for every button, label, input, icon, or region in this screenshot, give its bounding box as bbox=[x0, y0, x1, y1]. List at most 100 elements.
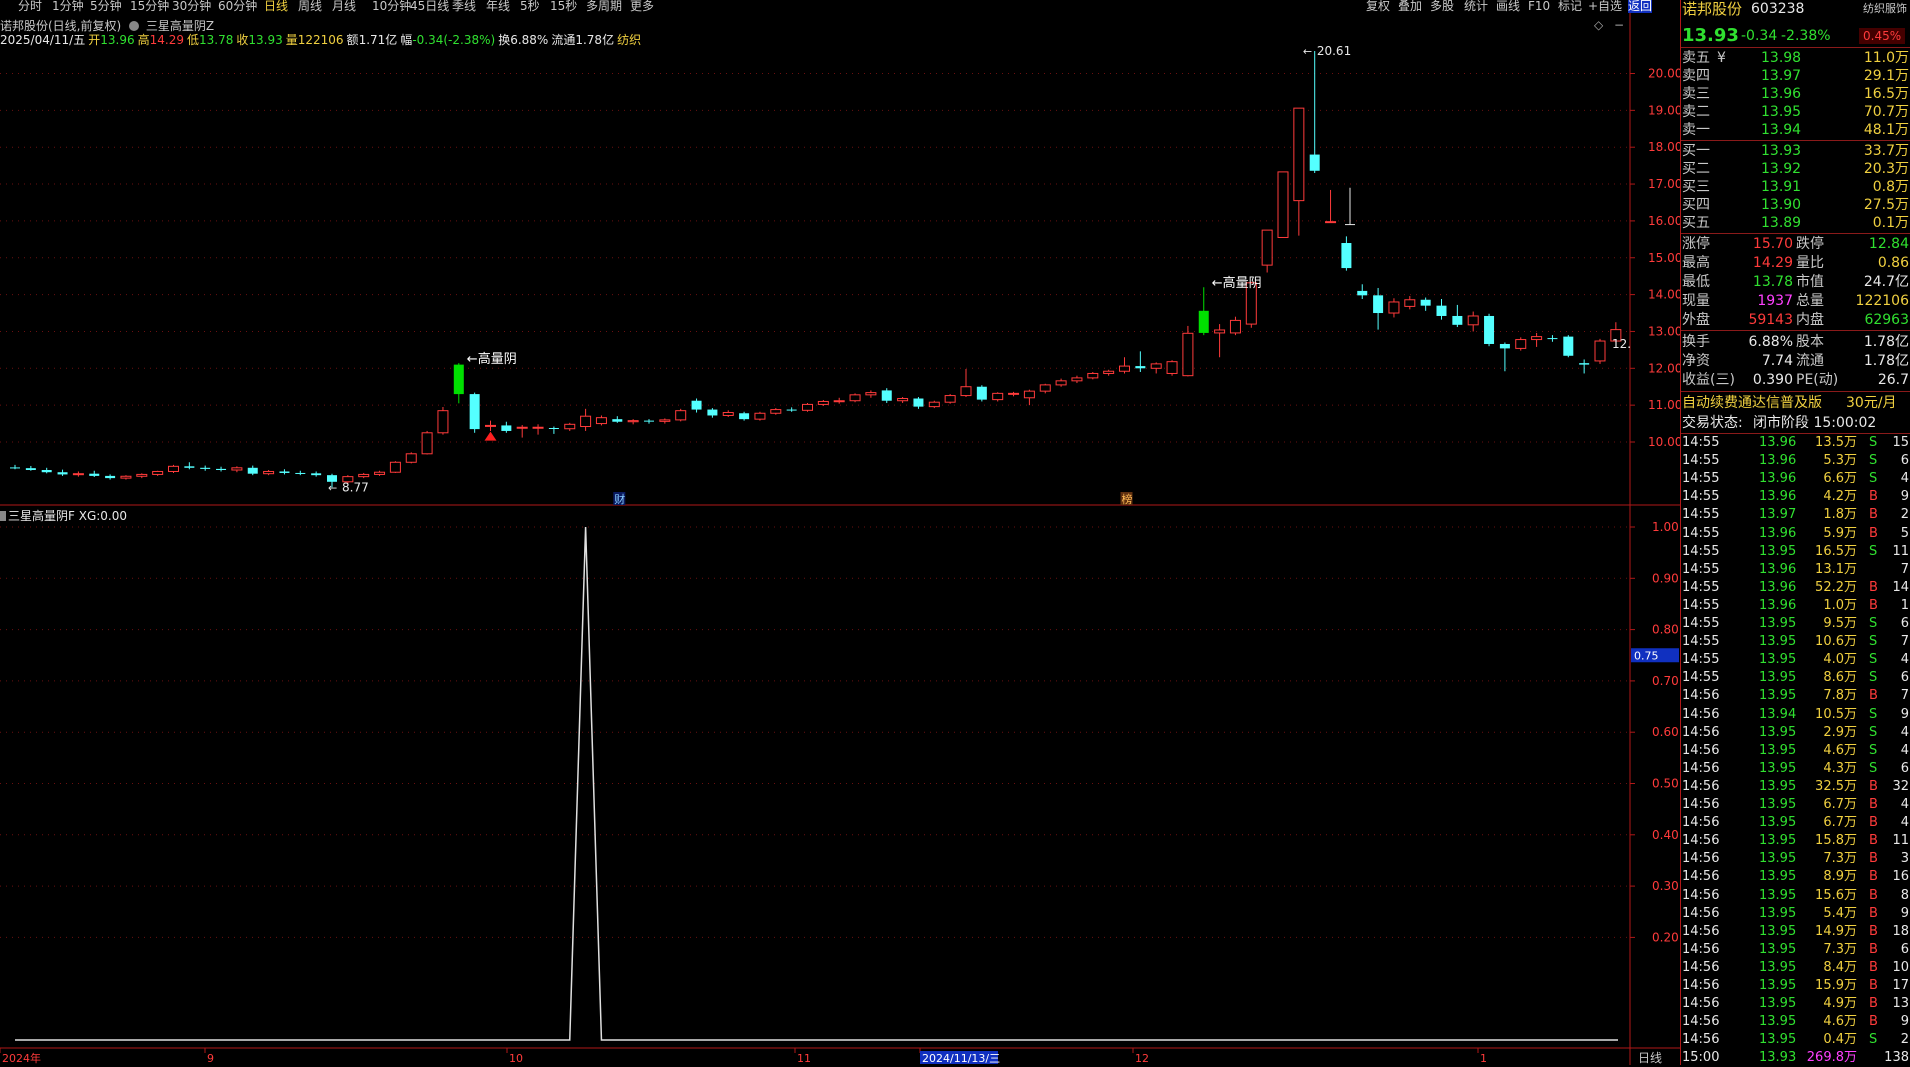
stat-value: 14.29 bbox=[1752, 255, 1793, 271]
price-tick-label: 18.00 bbox=[1648, 140, 1680, 154]
price-tick-label: 19.00 bbox=[1648, 103, 1680, 117]
tick-row: 14:56 13.95 4.6万 B 9 bbox=[1681, 1013, 1910, 1031]
tick-price: 13.93 bbox=[1759, 1050, 1797, 1066]
candle-body bbox=[849, 394, 861, 402]
candle-body bbox=[1214, 329, 1226, 334]
candle-body bbox=[722, 412, 734, 416]
candle bbox=[231, 466, 243, 473]
candle-body bbox=[389, 461, 401, 473]
stat-value: 26.7 bbox=[1877, 372, 1909, 388]
stat-label: 股本 bbox=[1796, 334, 1824, 350]
indicator-tick-label: 0.70 bbox=[1652, 674, 1679, 688]
candle-body bbox=[1341, 243, 1352, 269]
candle-body bbox=[770, 409, 782, 414]
tick-time: 14:55 bbox=[1682, 652, 1720, 668]
tick-direction: S bbox=[1869, 742, 1878, 758]
panel-separator bbox=[1681, 47, 1910, 48]
candle bbox=[1166, 360, 1178, 376]
promo-row[interactable]: 自动续费通达信普及版 30元/月 bbox=[1681, 394, 1910, 412]
bid-label: 买五 bbox=[1682, 215, 1710, 231]
tick-count: 2 bbox=[1900, 507, 1909, 523]
candle-body bbox=[1135, 366, 1146, 369]
candle bbox=[1293, 107, 1305, 236]
stat-row: 最高 14.29 量比 0.86 bbox=[1681, 254, 1910, 272]
tick-volume: 9.5万 bbox=[1823, 616, 1857, 631]
candle-body bbox=[1484, 315, 1495, 344]
stat-value: 24.7亿 bbox=[1863, 274, 1909, 290]
tick-price: 13.95 bbox=[1759, 742, 1797, 758]
tick-time: 15:00 bbox=[1682, 1050, 1720, 1066]
tick-row: 14:55 13.96 1.0万 B 1 bbox=[1681, 597, 1910, 615]
tick-time: 14:56 bbox=[1682, 706, 1720, 722]
tick-volume: 7.3万 bbox=[1823, 941, 1857, 957]
candle bbox=[1594, 338, 1606, 364]
tick-count: 138 bbox=[1884, 1050, 1909, 1066]
candle bbox=[200, 465, 211, 471]
tick-direction: S bbox=[1869, 435, 1878, 450]
high-label: 20.61 bbox=[1317, 44, 1351, 58]
indicator-tick-label: 0.80 bbox=[1652, 623, 1679, 637]
tick-volume: 15.6万 bbox=[1815, 887, 1857, 903]
price-axis: 20.00 19.00 18.00 17.00 16.00 15.00 14.00 13.00… bbox=[1630, 67, 1680, 449]
candle-body bbox=[897, 398, 909, 402]
candle-body bbox=[405, 453, 417, 463]
indicator-panel: 1.00 0.90 0.80 0.70 0.60 0.50 0.40 0.30 0.20 0.75 bbox=[0, 520, 1679, 1041]
candle-body bbox=[1309, 154, 1320, 171]
candle-body bbox=[865, 392, 877, 396]
candle-body bbox=[1420, 299, 1431, 306]
tick-price: 13.95 bbox=[1759, 978, 1797, 993]
bid-label: 买二 bbox=[1682, 161, 1710, 177]
candle bbox=[136, 473, 148, 479]
tick-price: 13.95 bbox=[1759, 760, 1797, 776]
candle-body bbox=[833, 400, 845, 403]
tick-direction: S bbox=[1869, 760, 1878, 776]
ask-volume: 29.1万 bbox=[1863, 68, 1909, 84]
tick-direction: S bbox=[1869, 724, 1878, 740]
candle-body bbox=[644, 420, 654, 422]
candle-body bbox=[564, 423, 576, 430]
chart-grid bbox=[0, 13, 1680, 1065]
stat-label: 涨停 bbox=[1682, 236, 1710, 252]
candle-body bbox=[1055, 380, 1067, 386]
stat-label: 市值 bbox=[1796, 274, 1824, 290]
ask-label: 卖一 bbox=[1682, 122, 1710, 138]
candle-body bbox=[279, 471, 290, 473]
candle-body bbox=[136, 473, 148, 477]
date-tick-label: 9 bbox=[207, 1052, 214, 1065]
candle-body bbox=[25, 468, 36, 471]
tick-count: 3 bbox=[1900, 851, 1909, 867]
price-change-pct: -2.38% bbox=[1781, 28, 1831, 44]
tick-row: 14:56 13.95 6.7万 B 4 bbox=[1681, 796, 1910, 814]
last-price-label: 12. bbox=[1612, 337, 1631, 351]
candle-body bbox=[754, 412, 766, 420]
quote-panel: 诺邦股份 603238 纺织服饰 13.93 -0.34 -2.38% 0.45% 卖五 13.… bbox=[1680, 0, 1910, 1065]
stat-row: 净资 7.74 流通 1.78亿 bbox=[1681, 352, 1910, 370]
candle bbox=[216, 466, 227, 472]
bid-row: 买三 13.91 0.8万 bbox=[1681, 178, 1910, 196]
candle-body bbox=[1119, 365, 1130, 372]
tick-count: 6 bbox=[1900, 670, 1909, 686]
price-tick-label: 14.00 bbox=[1648, 288, 1680, 302]
tick-volume: 0.4万 bbox=[1823, 1032, 1857, 1048]
tick-count: 6 bbox=[1900, 616, 1909, 631]
candle-body bbox=[1547, 338, 1558, 340]
signal-label: ←高量阴 bbox=[467, 351, 517, 367]
candle-body bbox=[1436, 305, 1447, 316]
candle-body bbox=[358, 473, 370, 478]
indicator-close-icon[interactable] bbox=[0, 511, 6, 521]
tick-price: 13.97 bbox=[1759, 507, 1797, 523]
tick-price: 13.95 bbox=[1759, 959, 1797, 975]
indicator-name[interactable]: 三星高量阴F bbox=[8, 509, 75, 523]
tick-time: 14:55 bbox=[1682, 435, 1720, 450]
tick-time: 14:56 bbox=[1682, 923, 1720, 939]
candle bbox=[992, 392, 1004, 402]
kline-chart[interactable]: ← 20.61 ← 8.77 ←高量阴 ←高量阴财 榜 12. 20.00 19.00 18.00… bbox=[0, 0, 1680, 1065]
candle bbox=[675, 408, 687, 422]
stat-value: 1937 bbox=[1757, 293, 1793, 309]
candle-body bbox=[1087, 372, 1099, 379]
candle-body bbox=[216, 468, 227, 471]
tick-price: 13.96 bbox=[1759, 453, 1797, 469]
tick-price: 13.95 bbox=[1759, 778, 1797, 794]
quote-price-row: 13.93 -0.34 -2.38% 0.45% bbox=[1681, 24, 1910, 48]
tick-direction: B bbox=[1869, 597, 1878, 613]
